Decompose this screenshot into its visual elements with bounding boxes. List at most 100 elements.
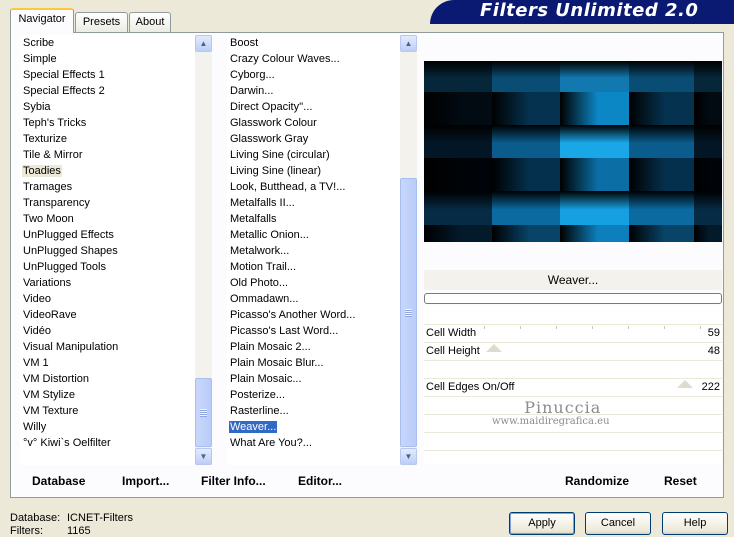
category-item-label: Scribe [23, 37, 55, 49]
filter-item[interactable]: Direct Opacity''... [227, 99, 400, 115]
filter-item-label: Living Sine (linear) [230, 165, 322, 177]
category-item[interactable]: Visual Manipulation [20, 339, 195, 355]
category-item[interactable]: Texturize [20, 131, 195, 147]
category-item[interactable]: Special Effects 1 [20, 67, 195, 83]
category-item[interactable]: °v° Kiwi`s Oelfilter [20, 435, 195, 451]
filter-scrollbar[interactable]: ▲ ▼ [400, 35, 417, 465]
category-item[interactable]: Willy [20, 419, 195, 435]
category-item[interactable]: Two Moon [20, 211, 195, 227]
filter-list[interactable]: Boost Crazy Colour Waves... Cyborg... Darwi… [227, 35, 417, 465]
category-item-label: UnPlugged Shapes [23, 245, 118, 257]
arrow-up-icon[interactable]: ▲ [400, 35, 417, 52]
category-list[interactable]: Scribe Simple Special Effects 1 Special Eff… [20, 35, 212, 465]
filter-item[interactable]: Rasterline... [227, 403, 400, 419]
filter-item-label: Plain Mosaic 2... [230, 341, 311, 353]
filter-item[interactable]: Metalwork... [227, 243, 400, 259]
filter-item-label: Picasso's Another Word... [230, 309, 356, 321]
category-item[interactable]: VM 1 [20, 355, 195, 371]
help-button[interactable]: Help [662, 512, 728, 535]
category-item[interactable]: Transparency [20, 195, 195, 211]
category-item[interactable]: VM Distortion [20, 371, 195, 387]
filter-item-label: What Are You?... [230, 437, 312, 449]
arrow-down-icon[interactable]: ▼ [400, 448, 417, 465]
filter-item[interactable]: Glasswork Gray [227, 131, 400, 147]
category-item[interactable]: Tramages [20, 179, 195, 195]
filter-item[interactable]: Motion Trail... [227, 259, 400, 275]
randomize-button[interactable]: Randomize [565, 470, 629, 492]
filter-item-label: Ommadawn... [230, 293, 299, 305]
filter-item[interactable]: Metalfalls II... [227, 195, 400, 211]
param-slider-empty-1 [424, 360, 722, 378]
category-item[interactable]: VM Stylize [20, 387, 195, 403]
filters-count: 1165 [67, 525, 91, 537]
category-scrollbar[interactable]: ▲ ▼ [195, 35, 212, 465]
slider-thumb[interactable] [486, 344, 502, 352]
import-button[interactable]: Import... [122, 470, 169, 492]
filter-item[interactable]: Picasso's Last Word... [227, 323, 400, 339]
editor-button[interactable]: Editor... [298, 470, 342, 492]
tab-about[interactable]: About [129, 12, 171, 32]
filter-item[interactable]: Plain Mosaic Blur... [227, 355, 400, 371]
filter-item[interactable]: Living Sine (circular) [227, 147, 400, 163]
category-item[interactable]: UnPlugged Effects [20, 227, 195, 243]
database-button[interactable]: Database [32, 470, 85, 492]
filter-name-label: Weaver... [424, 270, 722, 290]
category-item[interactable]: Teph's Tricks [20, 115, 195, 131]
filter-item[interactable]: Crazy Colour Waves... [227, 51, 400, 67]
filter-item[interactable]: Boost [227, 35, 400, 51]
category-item[interactable]: Sybia [20, 99, 195, 115]
filter-preview-image [424, 61, 722, 242]
filter-item-label: Living Sine (circular) [230, 149, 330, 161]
slider-thumb[interactable] [677, 380, 693, 388]
filter-item[interactable]: Old Photo... [227, 275, 400, 291]
title-banner: Filters Unlimited 2.0 [430, 0, 734, 24]
filter-item[interactable]: Weaver... [227, 419, 400, 435]
category-item[interactable]: Simple [20, 51, 195, 67]
category-item[interactable]: Variations [20, 275, 195, 291]
category-item[interactable]: Special Effects 2 [20, 83, 195, 99]
category-item[interactable]: Toadies [20, 163, 195, 179]
category-item-label: Special Effects 1 [23, 69, 105, 81]
filter-item-label: Rasterline... [230, 405, 289, 417]
category-item[interactable]: Scribe [20, 35, 195, 51]
category-item[interactable]: Tile & Mirror [20, 147, 195, 163]
filter-item[interactable]: Living Sine (linear) [227, 163, 400, 179]
arrow-down-icon[interactable]: ▼ [195, 448, 212, 465]
filter-info-button[interactable]: Filter Info... [201, 470, 266, 492]
tab-presets[interactable]: Presets [75, 12, 128, 32]
category-item[interactable]: VM Texture [20, 403, 195, 419]
filter-item[interactable]: Posterize... [227, 387, 400, 403]
filter-item[interactable]: Ommadawn... [227, 291, 400, 307]
filter-item-label: Picasso's Last Word... [230, 325, 339, 337]
category-item[interactable]: Video [20, 291, 195, 307]
reset-button[interactable]: Reset [664, 470, 697, 492]
filter-item[interactable]: Look, Butthead, a TV!... [227, 179, 400, 195]
category-item-label: Two Moon [23, 213, 74, 225]
category-item[interactable]: UnPlugged Tools [20, 259, 195, 275]
filter-item[interactable]: Metalfalls [227, 211, 400, 227]
filter-item[interactable]: Metallic Onion... [227, 227, 400, 243]
category-item[interactable]: VideoRave [20, 307, 195, 323]
filter-item[interactable]: What Are You?... [227, 435, 400, 451]
param-cell-height[interactable]: Cell Height 48 [424, 342, 722, 360]
cancel-button[interactable]: Cancel [585, 512, 651, 535]
category-item[interactable]: UnPlugged Shapes [20, 243, 195, 259]
filter-scroll-thumb[interactable] [400, 178, 417, 447]
category-item-label: VM Texture [23, 405, 79, 417]
param-slider-empty-4 [424, 432, 722, 450]
filter-item-label: Posterize... [230, 389, 286, 401]
watermark-url: www.maidiregrafica.eu [492, 416, 610, 427]
arrow-up-icon[interactable]: ▲ [195, 35, 212, 52]
category-item[interactable]: Vidéo [20, 323, 195, 339]
category-item-label: Sybia [23, 101, 51, 113]
tab-navigator[interactable]: Navigator [10, 8, 74, 33]
filter-item[interactable]: Picasso's Another Word... [227, 307, 400, 323]
category-item-label: Special Effects 2 [23, 85, 105, 97]
filter-item[interactable]: Plain Mosaic... [227, 371, 400, 387]
filter-item[interactable]: Plain Mosaic 2... [227, 339, 400, 355]
apply-button[interactable]: Apply [509, 512, 575, 535]
filter-item[interactable]: Darwin... [227, 83, 400, 99]
category-scroll-thumb[interactable] [195, 378, 212, 447]
filter-item[interactable]: Glasswork Colour [227, 115, 400, 131]
filter-item[interactable]: Cyborg... [227, 67, 400, 83]
